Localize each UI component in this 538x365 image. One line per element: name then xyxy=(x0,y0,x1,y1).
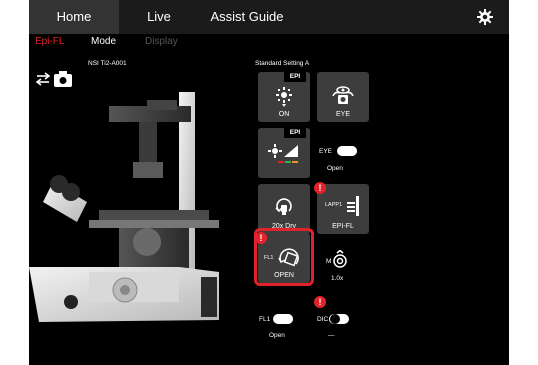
tab-home[interactable]: Home xyxy=(29,0,119,34)
dic-toggle-label: DIC xyxy=(317,316,329,323)
epi-shutter-state: ON xyxy=(278,111,290,118)
microscope-image xyxy=(29,92,219,322)
sub-nav-bar: Epi-FL Mode Display xyxy=(29,34,509,54)
subnav-epi-fl[interactable]: Epi-FL xyxy=(35,36,64,47)
gear-icon[interactable] xyxy=(477,9,493,25)
intensity-icon xyxy=(268,144,298,163)
lightpath-label: EPI-FL xyxy=(332,223,354,230)
objective-rotate-icon xyxy=(275,198,292,215)
tab-assist-guide[interactable]: Assist Guide xyxy=(197,0,297,34)
standard-setting-label: Standard Setting A xyxy=(255,60,310,67)
toggle-knob xyxy=(347,146,357,156)
epi-intensity-button[interactable]: EPI xyxy=(258,128,310,178)
toggle-knob xyxy=(330,314,340,324)
swap-camera-icon[interactable] xyxy=(35,70,79,88)
dic-alert-icon: ! xyxy=(314,296,326,308)
tab-live[interactable]: Live xyxy=(129,0,189,34)
eye-camera-icon xyxy=(332,86,354,104)
epi-badge: EPI xyxy=(284,128,306,138)
lightpath-icon xyxy=(347,196,359,216)
epi-badge: EPI xyxy=(284,72,306,82)
subnav-display: Display xyxy=(145,36,178,47)
toggle-knob xyxy=(283,314,293,324)
top-nav-bar: Home Live Assist Guide xyxy=(29,0,509,34)
light-source-icon xyxy=(276,87,292,107)
app-screen: Home Live Assist Guide Epi-FL Mode Displ… xyxy=(29,0,509,365)
filter-highlight-frame xyxy=(254,228,314,286)
epi-shutter-button[interactable]: EPI ON xyxy=(258,72,310,122)
fl1-toggle-state: Open xyxy=(269,332,285,339)
fl1-toggle[interactable] xyxy=(273,314,293,324)
magnification-icon[interactable] xyxy=(332,250,348,268)
fl1-toggle-label: FL1 xyxy=(259,316,271,323)
lightpath-alert-icon: ! xyxy=(314,182,326,194)
eye-toggle[interactable] xyxy=(337,146,357,156)
subnav-mode[interactable]: Mode xyxy=(91,36,116,47)
mag-prefix: M xyxy=(326,258,332,265)
eyepiece-button[interactable]: EYE xyxy=(317,72,369,122)
mag-value: 1.0x xyxy=(331,275,344,282)
eyepiece-label: EYE xyxy=(335,111,350,118)
dic-toggle-state: — xyxy=(328,332,335,339)
lightpath-prefix: LAPP1 xyxy=(325,202,343,208)
dic-toggle[interactable] xyxy=(329,314,349,324)
microscope-model-label: NSI Ti2-A001 xyxy=(88,60,127,67)
eye-toggle-label: EYE xyxy=(319,148,333,155)
objective-button[interactable]: 20x Dry xyxy=(258,184,310,234)
eye-toggle-state: Open xyxy=(327,165,343,172)
